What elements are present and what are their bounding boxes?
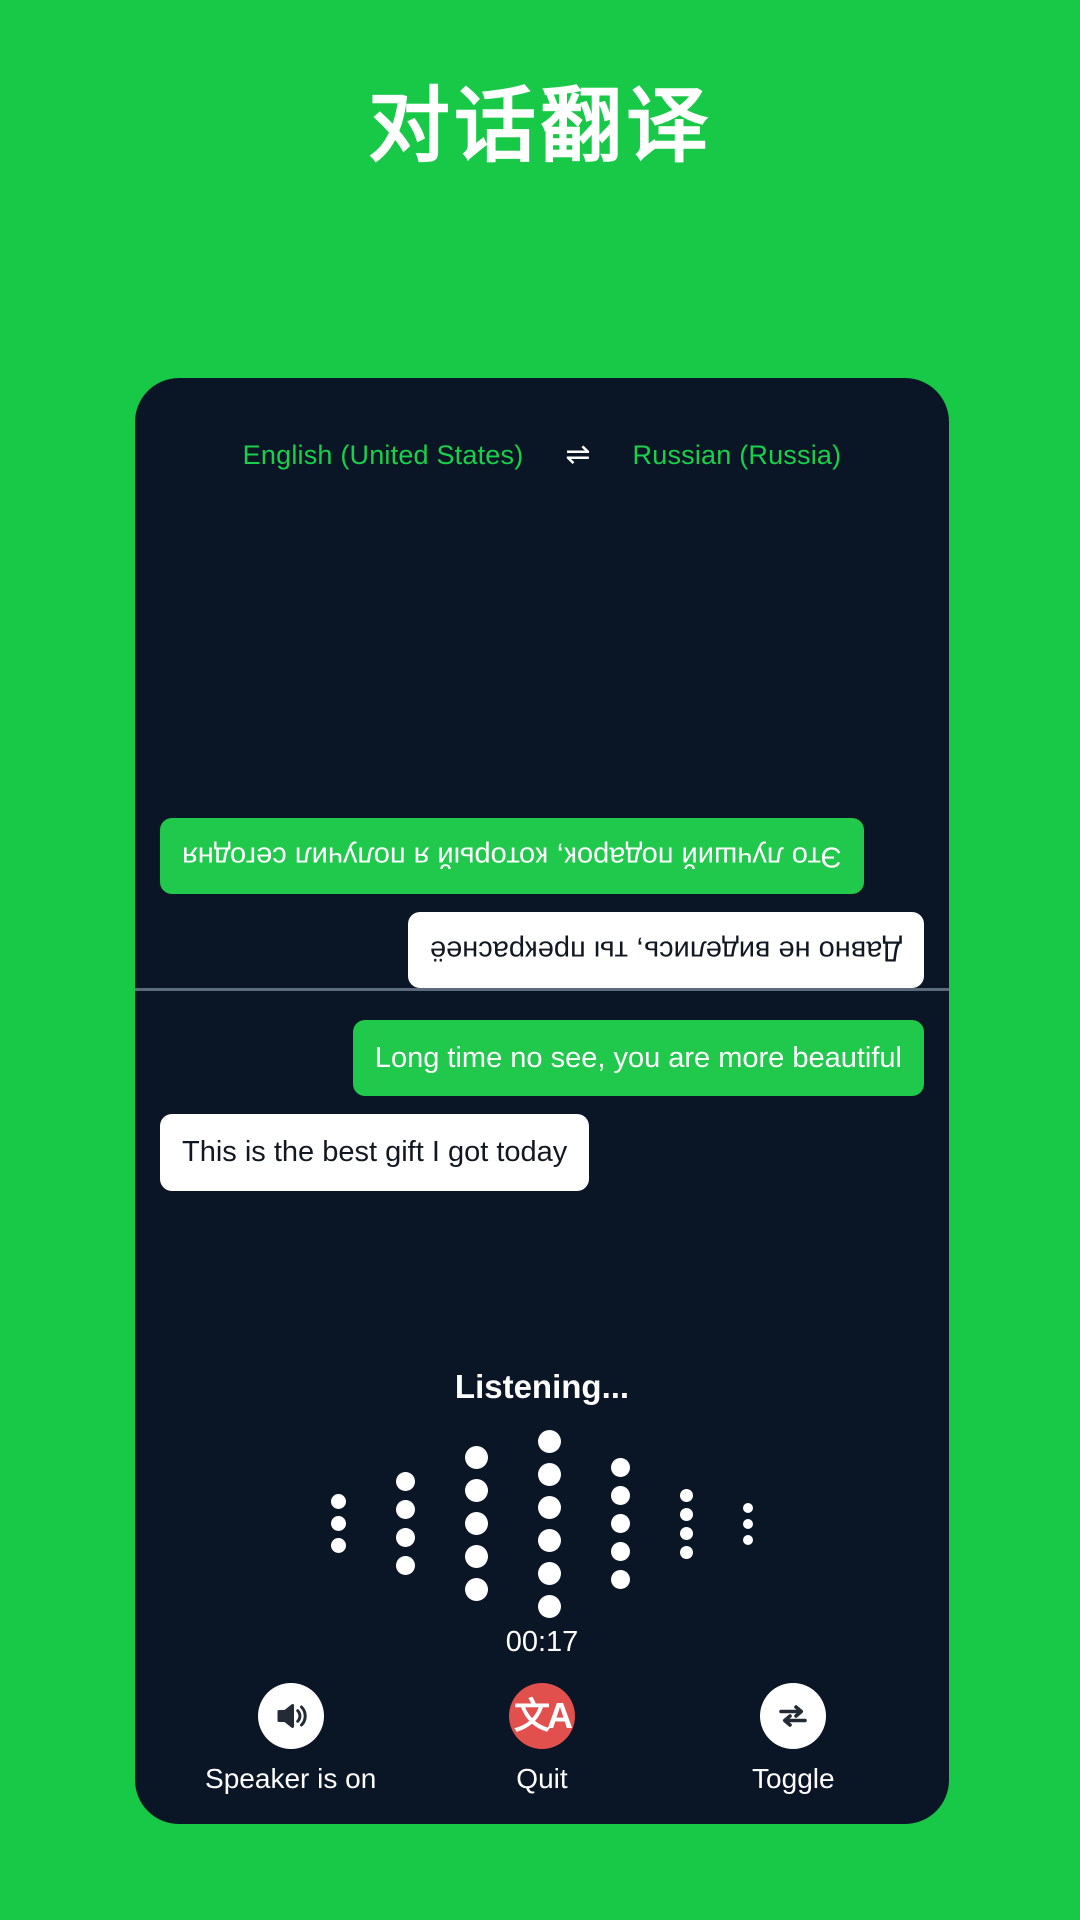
message-row: Long time no see, you are more beautiful [160,1020,924,1097]
waveform-dot [331,1516,346,1531]
control-quit[interactable]: 文A Quit [432,1683,652,1795]
listening-status-label: Listening... [454,1368,630,1405]
message-row: Это лучший подарок, который я получил се… [160,817,924,894]
waveform-dot [611,1514,630,1533]
waveform-dot [396,1556,415,1575]
waveform-dot [465,1512,488,1535]
waveform-dot [538,1429,561,1453]
waveform-column [743,1502,753,1545]
page-title: 对话翻译 [367,81,712,172]
message-text: Это лучший подарок, который я получил се… [182,839,842,872]
waveform-column [538,1429,561,1618]
waveform-dot [611,1486,630,1505]
waveform-dot [465,1479,488,1502]
waveform-dot [396,1472,415,1491]
waveform-dot [743,1534,753,1545]
waveform-dot [611,1570,630,1589]
control-label: Speaker is on [205,1763,377,1794]
message-bubble[interactable]: This is the best gift I got today [160,1114,590,1191]
waveform-dot [538,1528,561,1552]
message-row: This is the best gift I got today [160,1114,924,1191]
waveform-dot [538,1561,561,1585]
waveform-dot [331,1538,346,1553]
translate-glyph: 文A [513,1695,573,1736]
waveform-column [611,1458,630,1589]
swap-languages-icon[interactable]: ⇌ [565,439,590,470]
waveform-dot [680,1488,693,1502]
audio-waveform-visualizer [135,1426,949,1621]
phone-card: English (United States) ⇌ Russian (Russi… [135,378,949,1824]
waveform-column [680,1488,693,1559]
translate-icon[interactable]: 文A [508,1683,575,1749]
remote-conversation-panel: Это лучший подарок, который я получил се… [135,498,949,988]
waveform-dot [465,1545,488,1568]
control-speaker-is-on[interactable]: Speaker is on [181,1683,401,1795]
waveform-dot [465,1578,488,1601]
message-text: Давно не виделись, ты прекраснеё [430,934,902,966]
repeat-swap-icon[interactable] [760,1683,827,1749]
control-label: Toggle [752,1763,835,1794]
target-language-chip[interactable]: Russian (Russia) [633,440,842,471]
message-text: This is the best gift I got today [182,1136,568,1169]
waveform-dot [538,1594,561,1618]
waveform-dot [611,1542,630,1561]
waveform-dot [465,1446,488,1469]
waveform-dot [611,1458,630,1477]
recording-timer: 00:17 [505,1626,579,1658]
message-bubble[interactable]: Давно не виделись, ты прекраснеё [408,911,924,988]
message-bubble[interactable]: Long time no see, you are more beautiful [352,1020,924,1097]
waveform-column [465,1446,488,1601]
message-text: Long time no see, you are more beautiful [374,1042,902,1074]
waveform-dot [680,1526,693,1540]
waveform-dot [680,1545,693,1559]
local-conversation-panel: Long time no see, you are more beautiful… [135,998,949,1318]
message-row: Давно не виделись, ты прекраснеё [160,911,924,988]
control-label: Quit [516,1763,568,1794]
control-toggle[interactable]: Toggle [683,1683,903,1795]
waveform-column [396,1472,415,1575]
language-selector-row: English (United States) ⇌ Russian (Russi… [135,439,949,471]
waveform-dot [538,1495,561,1519]
waveform-dot [743,1518,753,1529]
waveform-dot [396,1528,415,1547]
source-language-chip[interactable]: English (United States) [243,440,524,471]
panel-divider [135,988,949,991]
waveform-dot [396,1500,415,1519]
message-bubble[interactable]: Это лучший подарок, который я получил се… [160,817,864,894]
waveform-dot [680,1507,693,1521]
control-bar: Speaker is on 文A Quit Toggle [135,1683,949,1795]
waveform-dot [743,1502,753,1513]
waveform-dot [331,1494,346,1509]
waveform-dot [538,1462,561,1486]
speaker-on-icon[interactable] [257,1683,324,1749]
waveform-column [331,1494,346,1553]
